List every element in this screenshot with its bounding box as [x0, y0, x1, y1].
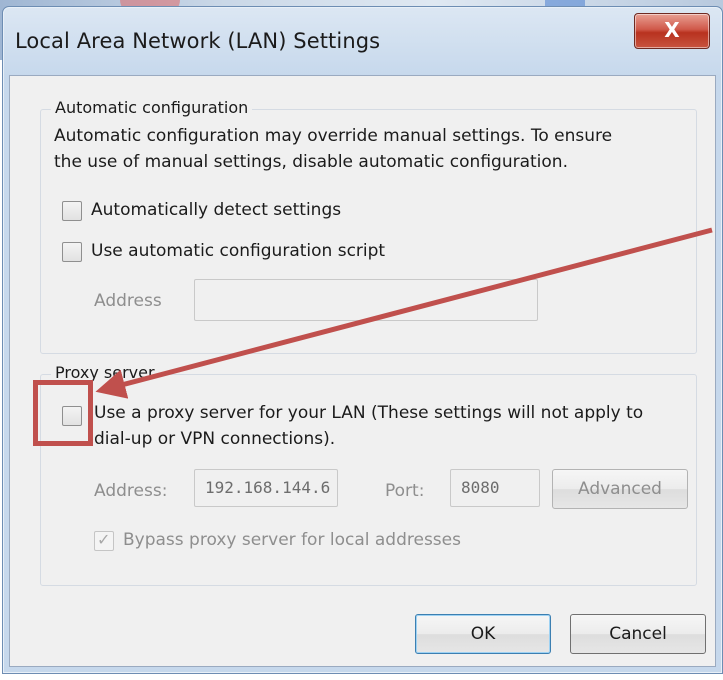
annotation-arrow — [95, 227, 713, 399]
